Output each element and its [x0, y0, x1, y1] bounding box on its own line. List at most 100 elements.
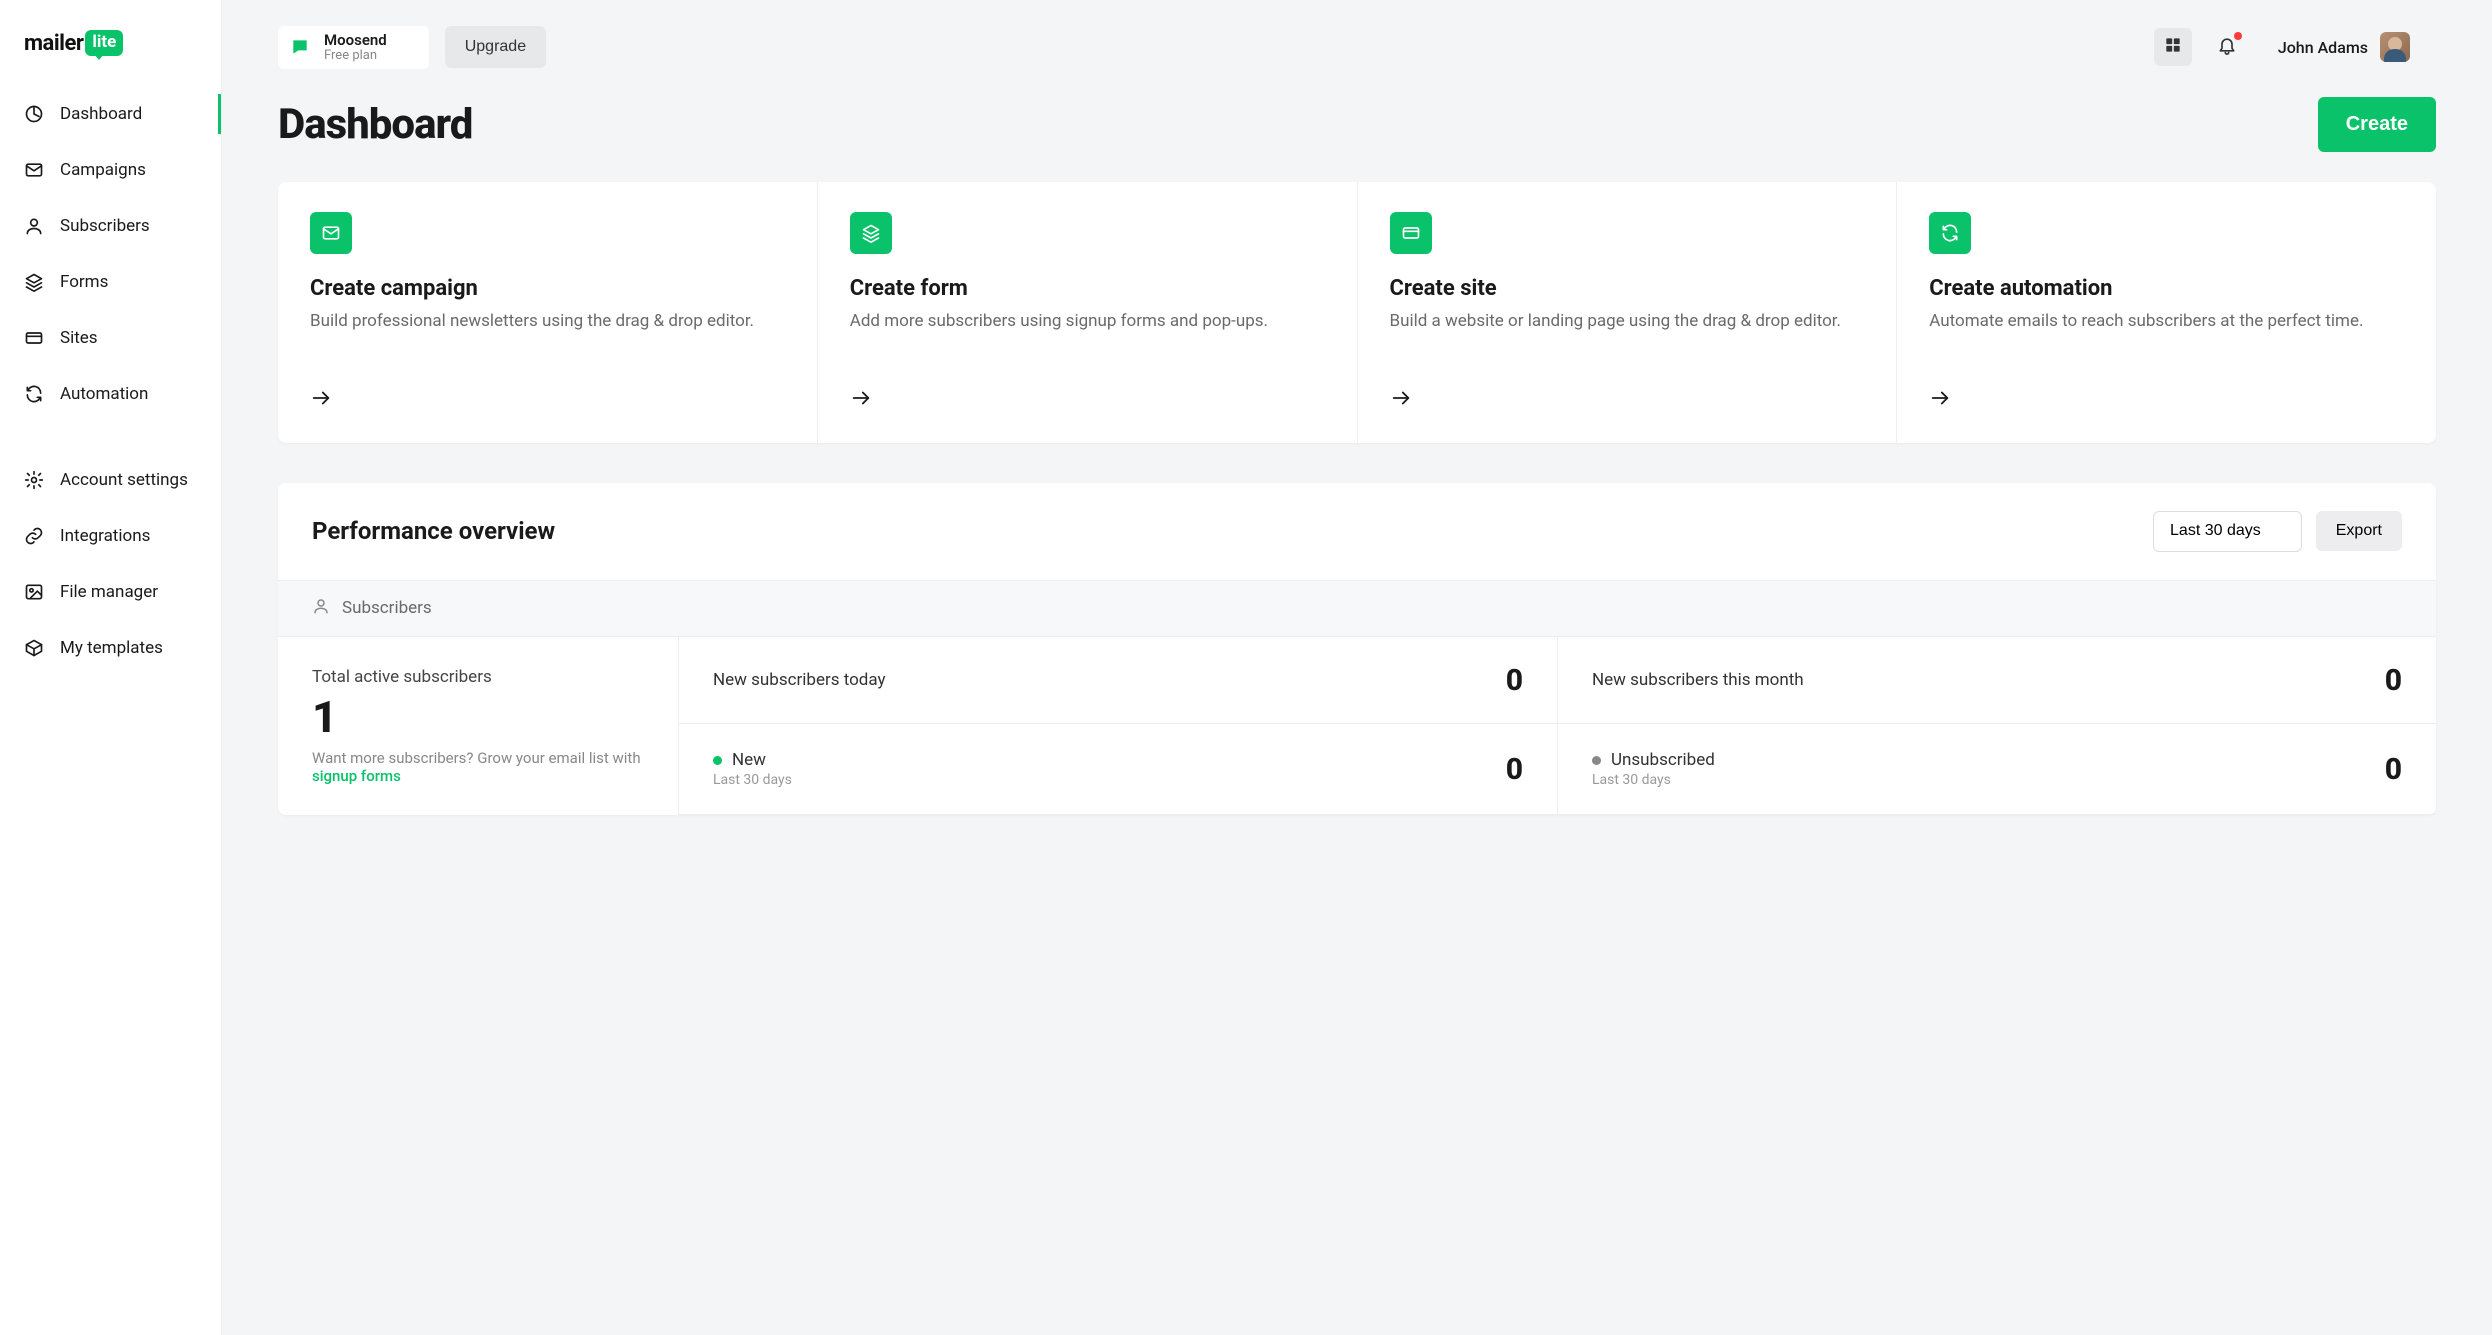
chevron-down-icon — [2271, 522, 2285, 541]
logo[interactable]: mailerlite — [0, 20, 221, 86]
mail-icon — [310, 212, 352, 254]
link-icon — [24, 526, 44, 546]
card-title: Create automation — [1929, 276, 2404, 301]
workspace-switcher[interactable]: Moosend Free plan — [278, 26, 429, 69]
sidebar-item-label: Dashboard — [60, 104, 142, 124]
card-description: Build a website or landing page using th… — [1390, 309, 1865, 359]
layers-icon — [850, 212, 892, 254]
sidebar-item-subscribers[interactable]: Subscribers — [0, 198, 221, 254]
stat-cell: New Last 30 days 0 — [678, 724, 1557, 815]
apps-button[interactable] — [2154, 28, 2192, 66]
card-icon — [24, 328, 44, 348]
sidebar-item-forms[interactable]: Forms — [0, 254, 221, 310]
refresh-icon — [1929, 212, 1971, 254]
sidebar-item-label: File manager — [60, 582, 158, 602]
subscribers-section-header: Subscribers — [278, 580, 2436, 637]
stat-cell: New subscribers this month 0 — [1557, 637, 2436, 725]
create-site-card[interactable]: Create site Build a website or landing p… — [1358, 182, 1898, 443]
status-dot — [713, 756, 722, 765]
notifications-button[interactable] — [2208, 28, 2246, 66]
card-title: Create campaign — [310, 276, 785, 301]
stat-sublabel: Last 30 days — [1592, 772, 1715, 788]
stat-cell: New subscribers today 0 — [678, 637, 1557, 725]
sidebar-item-automation[interactable]: Automation — [0, 366, 221, 422]
total-subscribers-value: 1 — [312, 691, 644, 743]
sidebar-item-file-manager[interactable]: File manager — [0, 564, 221, 620]
logo-badge: lite — [85, 30, 123, 56]
quick-create-cards: Create campaign Build professional newsl… — [278, 182, 2436, 443]
sidebar-item-label: My templates — [60, 638, 163, 658]
create-automation-card[interactable]: Create automation Automate emails to rea… — [1897, 182, 2436, 443]
card-description: Build professional newsletters using the… — [310, 309, 785, 359]
topbar: Moosend Free plan Upgrade John Adams — [222, 0, 2492, 69]
mail-icon — [24, 160, 44, 180]
sidebar-item-campaigns[interactable]: Campaigns — [0, 142, 221, 198]
sidebar-item-label: Integrations — [60, 526, 150, 546]
stat-sublabel: Last 30 days — [713, 772, 792, 788]
arrow-right-icon — [1390, 387, 1865, 413]
stat-value: 0 — [2385, 663, 2402, 698]
image-icon — [24, 582, 44, 602]
status-dot — [1592, 756, 1601, 765]
logo-text: mailer — [24, 31, 83, 56]
user-name: John Adams — [2278, 38, 2368, 57]
sidebar-item-label: Sites — [60, 328, 98, 348]
page-title: Dashboard — [278, 100, 472, 149]
dashboard-icon — [24, 104, 44, 124]
stat-label: New subscribers today — [713, 670, 886, 690]
performance-title: Performance overview — [312, 517, 555, 545]
create-button[interactable]: Create — [2318, 97, 2436, 152]
user-menu[interactable]: John Adams — [2278, 32, 2436, 62]
card-description: Add more subscribers using signup forms … — [850, 309, 1325, 359]
chevron-down-icon — [2422, 38, 2436, 57]
stat-value: 0 — [1506, 663, 1523, 698]
card-title: Create form — [850, 276, 1325, 301]
sidebar-item-label: Automation — [60, 384, 148, 404]
gear-icon — [24, 470, 44, 490]
stat-value: 0 — [1506, 752, 1523, 787]
workspace-name: Moosend — [324, 32, 387, 49]
create-form-card[interactable]: Create form Add more subscribers using s… — [818, 182, 1358, 443]
user-icon — [312, 597, 330, 620]
workspace-plan: Free plan — [324, 49, 387, 63]
bell-icon — [2217, 35, 2237, 59]
refresh-icon — [24, 384, 44, 404]
create-campaign-card[interactable]: Create campaign Build professional newsl… — [278, 182, 818, 443]
performance-panel: Performance overview Last 30 days Export… — [278, 483, 2436, 815]
grow-hint: Want more subscribers? Grow your email l… — [312, 749, 644, 785]
primary-nav: Dashboard Campaigns Subscribers Forms Sites A… — [0, 86, 221, 706]
sidebar-item-integrations[interactable]: Integrations — [0, 508, 221, 564]
arrow-right-icon — [1929, 387, 2404, 413]
signup-forms-link[interactable]: signup forms — [312, 767, 401, 785]
layers-icon — [24, 272, 44, 292]
stat-label: New subscribers this month — [1592, 670, 1804, 690]
notification-dot — [2234, 32, 2242, 40]
export-button[interactable]: Export — [2316, 511, 2402, 551]
sidebar-item-label: Account settings — [60, 470, 188, 490]
chat-icon — [288, 35, 312, 59]
date-range-label: Last 30 days — [2170, 522, 2261, 540]
card-description: Automate emails to reach subscribers at … — [1929, 309, 2404, 359]
avatar — [2380, 32, 2410, 62]
user-icon — [24, 216, 44, 236]
stat-label: New — [732, 750, 766, 770]
sidebar: mailerlite Dashboard Campaigns Subscribers… — [0, 0, 222, 1335]
chevron-down-icon — [405, 38, 419, 57]
sidebar-item-account-settings[interactable]: Account settings — [0, 452, 221, 508]
arrow-right-icon — [850, 387, 1325, 413]
subscribers-section-label: Subscribers — [342, 598, 432, 618]
stat-cell: Unsubscribed Last 30 days 0 — [1557, 724, 2436, 815]
card-title: Create site — [1390, 276, 1865, 301]
sidebar-item-label: Subscribers — [60, 216, 150, 236]
arrow-right-icon — [310, 387, 785, 413]
sidebar-item-label: Campaigns — [60, 160, 146, 180]
sidebar-item-label: Forms — [60, 272, 108, 292]
stat-label: Unsubscribed — [1611, 750, 1715, 770]
sidebar-item-dashboard[interactable]: Dashboard — [0, 86, 221, 142]
box-icon — [24, 638, 44, 658]
sidebar-item-my-templates[interactable]: My templates — [0, 620, 221, 676]
sidebar-item-sites[interactable]: Sites — [0, 310, 221, 366]
date-range-select[interactable]: Last 30 days — [2153, 511, 2302, 552]
apps-icon — [2163, 35, 2183, 59]
upgrade-button[interactable]: Upgrade — [445, 26, 546, 68]
